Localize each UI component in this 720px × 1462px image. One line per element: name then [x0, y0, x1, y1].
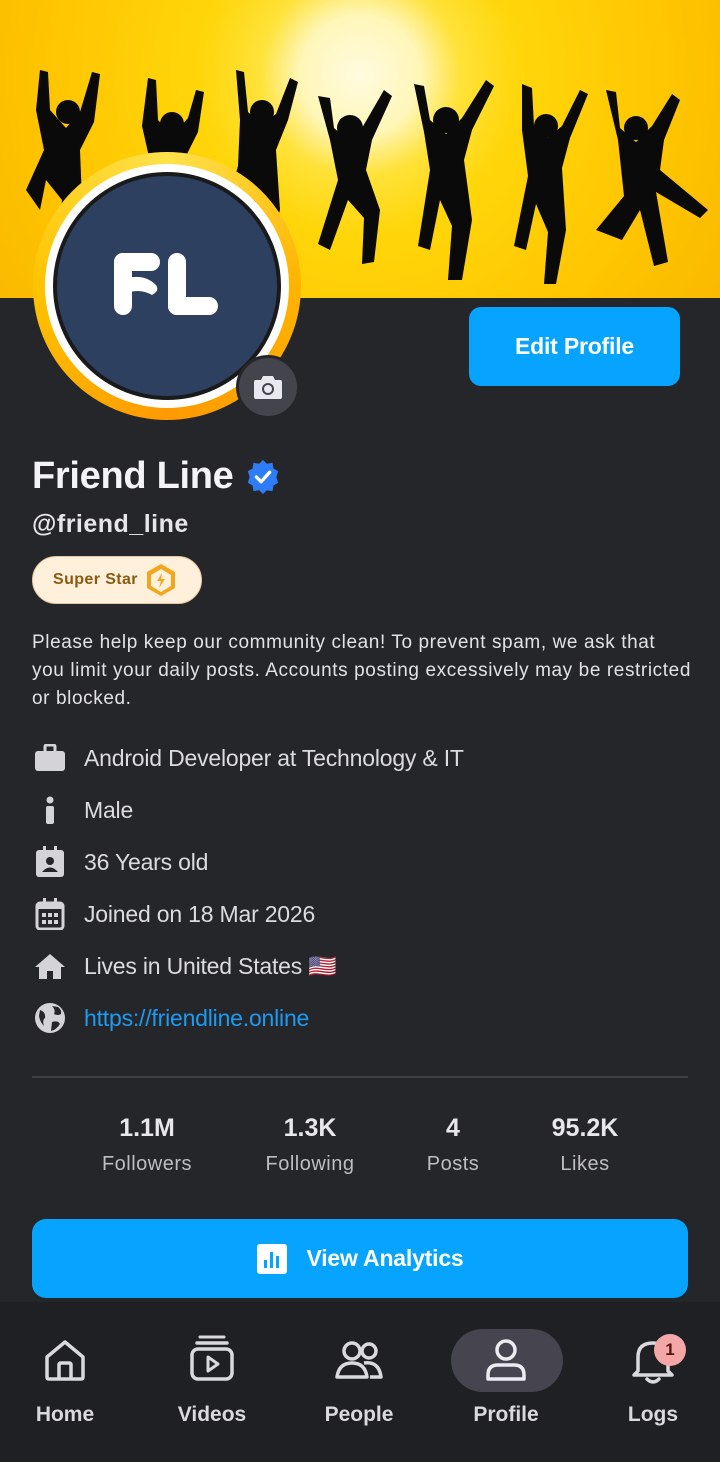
nav-logs[interactable]: Logs: [581, 1302, 720, 1462]
stat-label: Following: [265, 1153, 355, 1175]
stat-following[interactable]: 1.3K Following: [240, 1114, 380, 1176]
nav-profile[interactable]: Profile: [434, 1302, 578, 1462]
name-row: Friend Line: [32, 455, 282, 498]
stat-value: 1.3K: [283, 1114, 337, 1142]
edit-profile-button[interactable]: Edit Profile: [469, 307, 680, 386]
gender-text: Male: [84, 796, 134, 823]
profile-name: Friend Line: [32, 455, 234, 497]
bottom-navigation: Home Videos People Profile Logs: [0, 1302, 720, 1462]
website-link[interactable]: https://friendline.online: [84, 1005, 309, 1032]
nav-label: Videos: [177, 1403, 247, 1426]
analytics-label: View Analytics: [306, 1245, 464, 1271]
nav-label: Home: [35, 1403, 95, 1426]
info-work: Android Developer at Technology & IT: [32, 740, 464, 776]
nav-label: Profile: [473, 1403, 539, 1426]
badge-label: Super Star: [53, 571, 138, 588]
profile-handle: @friend_line: [32, 510, 189, 538]
profile-bio: Please help keep our community clean! To…: [32, 632, 691, 709]
nav-home[interactable]: Home: [0, 1302, 137, 1462]
globe-icon: [32, 1000, 68, 1036]
lightning-hexagon-icon: [146, 564, 175, 596]
nav-videos[interactable]: Videos: [140, 1302, 284, 1462]
friend-line-logo-icon: [114, 253, 218, 315]
stat-value: 1.1M: [119, 1114, 175, 1142]
age-text: 36 Years old: [84, 848, 209, 875]
notification-count-badge: 1: [654, 1334, 686, 1366]
analytics-chart-icon: [256, 1243, 287, 1274]
calendar-icon: [32, 896, 68, 932]
location-text: Lives in United States 🇺🇸: [84, 952, 337, 979]
super-star-badge[interactable]: Super Star: [32, 556, 202, 604]
info-gender: Male: [32, 792, 133, 828]
people-icon: [335, 1341, 383, 1379]
camera-icon: [254, 376, 282, 399]
profile-icon: [486, 1339, 526, 1381]
info-age: 36 Years old: [32, 844, 208, 880]
info-location: Lives in United States 🇺🇸: [32, 948, 337, 984]
stat-label: Likes: [560, 1153, 610, 1175]
stat-label: Posts: [426, 1153, 480, 1175]
verified-badge-icon: [247, 459, 278, 494]
stat-label: Followers: [101, 1153, 193, 1175]
briefcase-icon: [32, 740, 68, 776]
stat-value: 4: [446, 1114, 460, 1142]
videos-icon: [190, 1335, 234, 1381]
divider: [32, 1076, 688, 1078]
info-website: https://friendline.online: [32, 1000, 309, 1036]
joined-text: Joined on 18 Mar 2026: [84, 900, 316, 927]
stat-value: 95.2K: [551, 1114, 619, 1142]
info-joined: Joined on 18 Mar 2026: [32, 896, 315, 932]
nav-label: People: [324, 1403, 394, 1426]
work-text: Android Developer at Technology & IT: [84, 744, 464, 771]
home-icon: [45, 1340, 85, 1381]
nav-people[interactable]: People: [287, 1302, 431, 1462]
view-analytics-button[interactable]: View Analytics: [32, 1219, 688, 1298]
stat-followers[interactable]: 1.1M Followers: [77, 1114, 217, 1176]
stat-posts[interactable]: 4 Posts: [383, 1114, 523, 1176]
stat-likes[interactable]: 95.2K Likes: [515, 1114, 655, 1176]
contact-card-icon: [32, 844, 68, 880]
change-photo-button[interactable]: [236, 355, 300, 419]
home-location-icon: [32, 948, 68, 984]
nav-label: Logs: [627, 1403, 679, 1426]
person-icon: [32, 792, 68, 828]
